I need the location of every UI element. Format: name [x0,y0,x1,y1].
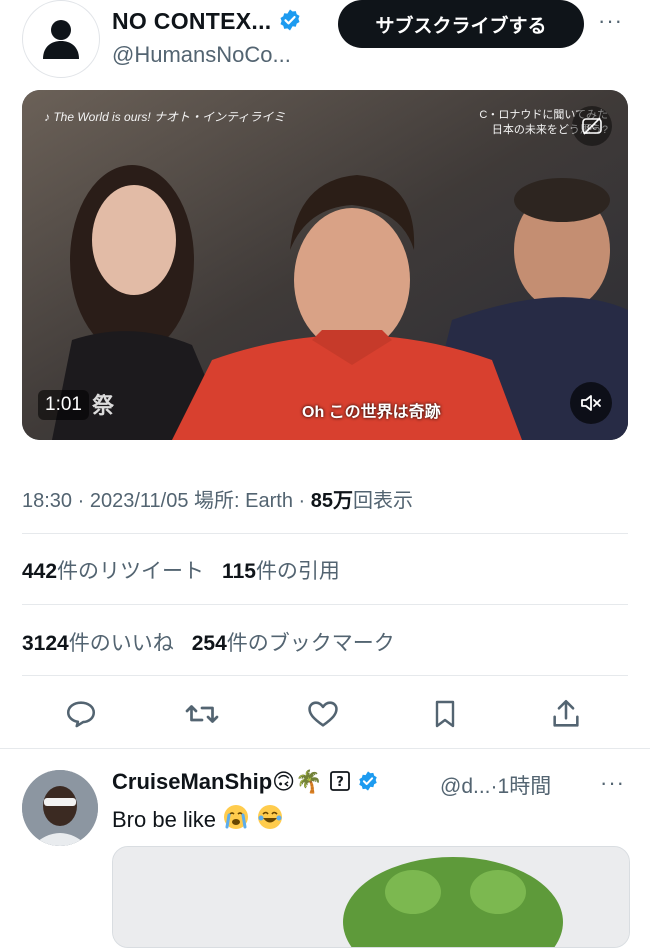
quotes-stat[interactable]: 115件の引用 [222,560,340,583]
author-handle[interactable]: @HumansNoCo... [112,42,291,68]
reply-avatar-image [22,770,98,846]
section-divider [0,748,650,749]
verified-badge-icon [280,9,300,31]
retweet-icon [185,705,219,723]
reply-author-avatar[interactable] [22,770,98,846]
video-player[interactable]: ♪ The World is ours! ナオト・インティライミ C・ロナウドに… [22,90,628,440]
share-icon [553,699,579,727]
svg-text:?: ? [336,775,344,790]
tweet-date[interactable]: 2023/11/05 [90,490,189,512]
divider [22,604,628,605]
divider [22,533,628,534]
name-emojis: 🙃🌴 [272,769,323,794]
video-duration: 1:01 [38,390,89,420]
bookmarks-stat[interactable]: 254件のブックマーク [192,632,395,655]
like-button[interactable] [303,694,343,734]
tweet-meta: 18:30 · 2023/11/05 場所: Earth · 85万回表示 [22,490,413,512]
reply-text: Bro be like [112,803,284,833]
share-button[interactable] [546,694,586,734]
bookmark-icon [435,700,455,728]
engagement-row-2: 3124件のいいね 254件のブックマーク [22,627,395,657]
captions-toggle-button[interactable]: CC [572,106,612,146]
video-overlay-text: 祭 [92,393,115,418]
heart-icon [308,701,338,727]
video-song-caption: ♪ The World is ours! ナオト・インティライミ [44,110,286,124]
reply-author-handle-time[interactable]: @d...·1時間 [440,770,551,800]
tweet-location: 場所: Earth [194,490,293,512]
tweet-time[interactable]: 18:30 [22,490,72,512]
author-display-name[interactable]: NO CONTEX... [112,8,302,35]
engagement-row-1: 442件のリツイート 115件の引用 [22,555,340,585]
question-box-icon: ? [329,771,350,791]
tears-of-joy-emoji-icon [258,805,283,829]
more-options-icon[interactable]: ··· [598,8,623,34]
bookmark-button[interactable] [425,694,465,734]
reply-media-image [113,847,629,947]
view-count-label: 回表示 [352,490,413,512]
reply-author-name[interactable]: CruiseManShip🙃🌴 ? [112,769,379,795]
muted-speaker-icon [581,395,601,411]
reply-more-options-icon[interactable]: ··· [600,770,625,796]
view-count: 85万 [310,490,353,512]
retweet-button[interactable] [182,694,222,734]
author-avatar[interactable] [22,0,100,78]
reply-button[interactable] [61,694,101,734]
default-person-icon [43,20,79,59]
verified-badge-icon [359,771,377,791]
mute-toggle-button[interactable] [570,382,612,424]
video-subtitle: Oh この世界は奇跡 [302,404,441,421]
crying-face-emoji-icon [224,805,249,829]
subscribe-button[interactable]: サブスクライブする [338,0,584,48]
reply-media[interactable] [112,846,630,948]
closed-captions-icon: CC [582,117,602,135]
likes-stat[interactable]: 3124件のいいね [22,632,174,655]
divider [22,675,628,676]
reply-icon [66,701,96,728]
retweets-stat[interactable]: 442件のリツイート [22,560,204,583]
